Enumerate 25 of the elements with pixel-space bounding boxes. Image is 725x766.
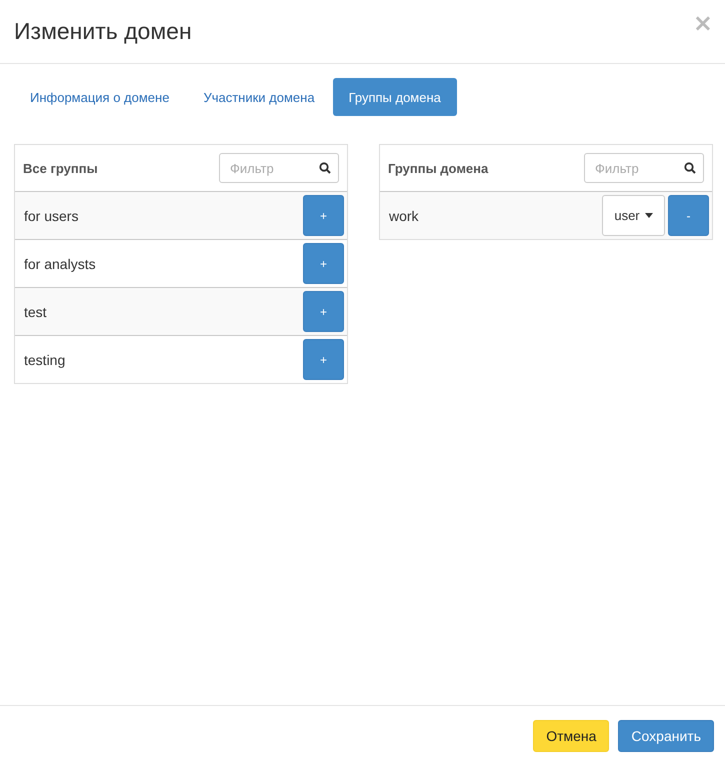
table-heading: Все группы — [23, 160, 98, 176]
add-button[interactable]: + — [303, 291, 344, 332]
role-dropdown[interactable]: user — [602, 195, 665, 236]
tab[interactable]: Группы домена — [332, 78, 457, 116]
filter-field[interactable]: Фильтр — [584, 153, 704, 183]
filter-field[interactable]: Фильтр — [219, 153, 339, 183]
group-name: work — [389, 208, 420, 224]
add-button[interactable]: + — [303, 339, 344, 380]
caret-icon — [644, 213, 653, 218]
tab[interactable]: Информация о домене — [14, 78, 186, 116]
add-button[interactable]: + — [303, 243, 344, 284]
group-name: testing — [24, 352, 66, 368]
remove-button[interactable]: - — [668, 195, 709, 236]
close-button[interactable]: × — [692, 10, 713, 34]
add-button[interactable]: + — [303, 195, 344, 236]
search-icon — [684, 162, 696, 174]
group-name: for users — [24, 208, 80, 224]
group-name: for analysts — [24, 256, 97, 272]
cancel-button[interactable]: Отмена — [533, 720, 610, 752]
group-name: test — [24, 304, 48, 320]
tab[interactable]: Участники домена — [187, 78, 331, 116]
dialog-title: Изменить домен — [14, 18, 192, 45]
table-heading: Группы домена — [388, 160, 488, 176]
save-button[interactable]: Сохранить — [618, 720, 714, 752]
search-icon — [319, 162, 331, 174]
